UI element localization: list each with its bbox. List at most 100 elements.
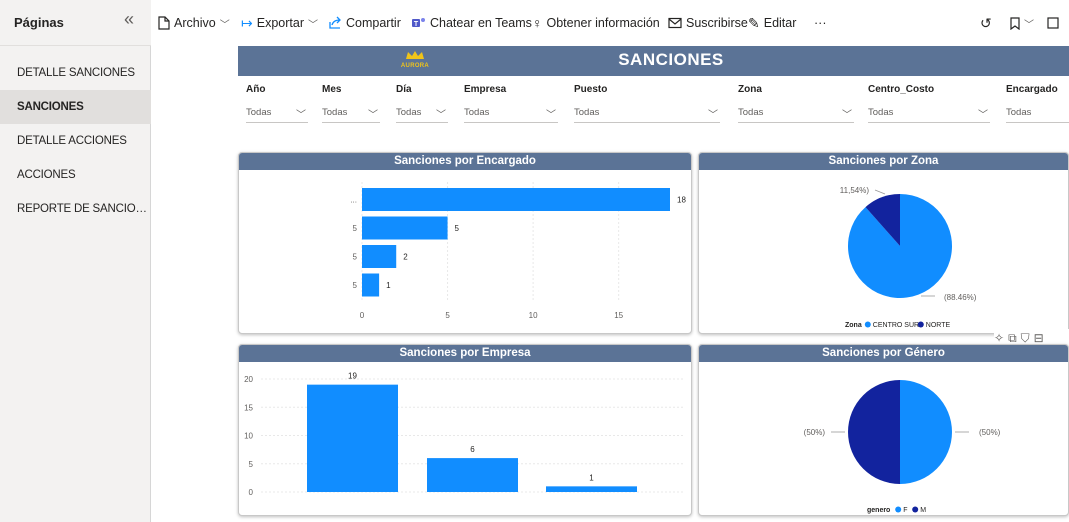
filter-dropdown[interactable]: Todas [1006, 103, 1069, 123]
legend-marker [864, 321, 871, 328]
legend-label: F [903, 507, 907, 514]
chatear-teams-button[interactable]: T Chatear en Teams [411, 14, 532, 32]
x-tick-label: 0 [360, 311, 365, 320]
exportar-menu[interactable]: ↦ Exportar ﹀ [241, 14, 318, 32]
data-label: (88.46%) [944, 293, 977, 302]
chevron-down-icon: ﹀ [978, 110, 988, 121]
page-item-sanciones[interactable]: SANCIONES [0, 90, 151, 124]
bar-chart-empresa: 0 5 10 15 20 19 6 1 [244, 372, 683, 497]
data-label: 19 [348, 372, 357, 381]
bar [362, 216, 448, 240]
visual-title: Sanciones por Zona [699, 153, 1068, 170]
filter-dia[interactable]: Día Todas ﹀ [396, 84, 448, 123]
data-label: 11,54%) [840, 186, 870, 195]
powerbi-report-app: Páginas « DETALLE SANCIONES SANCIONES DE… [0, 0, 1069, 522]
visual-sanciones-encargado[interactable]: Sanciones por Encargado 0 5 10 15 18... 5 5 2 5 1… [238, 152, 692, 334]
bar [362, 245, 397, 268]
filter-value: Todas [738, 107, 764, 118]
page-item-reporte-sanciones[interactable]: REPORTE DE SANCIONE... [0, 192, 151, 226]
filter-label: Mes [322, 84, 342, 95]
compartir-label: Compartir [346, 16, 401, 30]
filter-zona[interactable]: Zona Todas ﹀ [738, 84, 854, 123]
legend-label: CENTRO SUR [873, 322, 919, 329]
more-options-button[interactable]: ··· [814, 14, 827, 32]
pie-chart-zona: (88.46%) 11,54%) Zona CENTRO SUR NORTE [840, 186, 977, 329]
archivo-menu[interactable]: Archivo ﹀ [158, 14, 230, 32]
page-item-acciones[interactable]: ACCIONES [0, 158, 151, 192]
pie-chart-genero: (50%) (50%) genero F M [804, 380, 1001, 514]
bar [546, 486, 637, 492]
filter-anio[interactable]: Año Todas ﹀ [246, 84, 308, 123]
page-item-detalle-acciones[interactable]: DETALLE ACCIONES [0, 124, 151, 158]
filter-value: Todas [246, 107, 272, 118]
y-tick-label: 5 [353, 281, 358, 290]
visual-title: Sanciones por Género [699, 345, 1068, 362]
bar [427, 458, 518, 492]
pie-slice [848, 380, 900, 484]
sidebar-title: Páginas [14, 15, 64, 30]
visual-sanciones-empresa[interactable]: Sanciones por Empresa 0 5 10 15 20 19 6 1 [238, 344, 692, 516]
exportar-label: Exportar [256, 16, 304, 30]
data-label: 1 [589, 473, 594, 482]
editar-label: Editar [763, 16, 797, 30]
legend-marker [895, 506, 902, 513]
visual-sanciones-zona[interactable]: Sanciones por Zona (88.46%) 11,54%) Zona CE… [698, 152, 1069, 334]
filter-dropdown[interactable]: Todas ﹀ [738, 103, 854, 123]
filter-mes[interactable]: Mes Todas ﹀ [322, 84, 380, 123]
filter-centro-costo[interactable]: Centro_Costo Todas ﹀ [868, 84, 990, 123]
collapse-pane-icon[interactable]: « [124, 9, 134, 30]
filter-dropdown[interactable]: Todas ﹀ [396, 103, 448, 123]
filter-value: Todas [464, 107, 490, 118]
filter-dropdown[interactable]: Todas ﹀ [868, 103, 990, 123]
y-tick-label: 5 [353, 224, 358, 233]
sidebar-header: Páginas « [0, 0, 151, 46]
filter-puesto[interactable]: Puesto Todas ﹀ [574, 84, 720, 123]
bar [362, 188, 670, 211]
filter-value: Todas [574, 107, 600, 118]
chevron-down-icon: ﹀ [307, 19, 318, 31]
obtener-informacion-button[interactable]: ♀ Obtener información [532, 14, 660, 32]
reset-button[interactable]: ↺ [980, 14, 992, 32]
report-banner: AURORA SANCIONES [238, 46, 1069, 76]
chevron-down-icon: ﹀ [546, 110, 556, 121]
pin-icon[interactable]: ✧ [994, 331, 1004, 345]
bookmark-menu[interactable]: ﹀ [1010, 14, 1034, 32]
focus-mode-icon[interactable]: ⊟ [1034, 331, 1044, 345]
pencil-icon: ✎ [748, 14, 760, 31]
y-tick-label: 5 [353, 253, 358, 262]
y-tick-label: 5 [249, 460, 254, 469]
archivo-label: Archivo [174, 16, 216, 30]
chevron-down-icon: ﹀ [842, 110, 852, 121]
filter-value: Todas [396, 107, 422, 118]
filter-empresa[interactable]: Empresa Todas ﹀ [464, 84, 558, 123]
y-tick-label: ... [350, 196, 357, 205]
data-label: (50%) [979, 428, 1001, 437]
filter-dropdown[interactable]: Todas ﹀ [574, 103, 720, 123]
filter-label: Zona [738, 84, 762, 95]
pages-sidebar: Páginas « DETALLE SANCIONES SANCIONES DE… [0, 0, 151, 522]
visual-title: Sanciones por Encargado [239, 153, 691, 170]
page-item-detalle-sanciones[interactable]: DETALLE SANCIONES [0, 56, 151, 90]
chevron-down-icon: ﹀ [219, 19, 230, 31]
visual-sanciones-genero[interactable]: Sanciones por Género (50%) (50%) genero F M [698, 344, 1069, 516]
filter-dropdown[interactable]: Todas ﹀ [464, 103, 558, 123]
filter-dropdown[interactable]: Todas ﹀ [322, 103, 380, 123]
export-arrow-icon: ↦ [241, 14, 253, 31]
editar-button[interactable]: ✎ Editar [748, 14, 796, 32]
data-label: 5 [455, 224, 460, 233]
report-toolbar: Archivo ﹀ ↦ Exportar ﹀ Compartir T Chate… [152, 0, 1069, 46]
compartir-button[interactable]: Compartir [328, 14, 401, 32]
filter-value: Todas [868, 107, 894, 118]
y-tick-label: 10 [244, 432, 253, 441]
filter-dropdown[interactable]: Todas ﹀ [246, 103, 308, 123]
view-menu[interactable] [1047, 14, 1059, 32]
filter-label: Puesto [574, 84, 608, 95]
legend-title: genero [867, 507, 890, 514]
filter-encargado[interactable]: Encargado Todas [1006, 84, 1069, 123]
suscribirse-button[interactable]: Suscribirse [668, 14, 748, 32]
chevron-down-icon: ﹀ [296, 110, 306, 121]
filter-label: Día [396, 84, 412, 95]
legend-title: Zona [845, 322, 862, 329]
mail-icon [668, 17, 682, 29]
bar-chart-encargado: 0 5 10 1518...552515 [350, 182, 686, 320]
